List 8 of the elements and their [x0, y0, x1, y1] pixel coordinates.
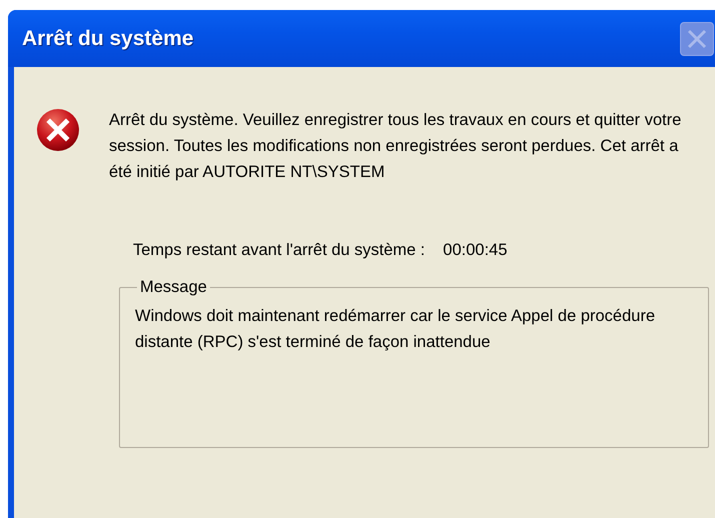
close-icon — [686, 28, 708, 50]
shutdown-message: Arrêt du système. Veuillez enregistrer tous les travaux en cours et quitter votre session. Toutes les modifications non enregistrées seront perdues. Cet arrêt a été initié par AUTORITE NT\SYSTEM — [109, 110, 682, 183]
window-title: Arrêt du système — [22, 26, 194, 50]
group-title: Message — [139, 278, 208, 297]
error-icon — [35, 107, 81, 153]
countdown-label: Temps restant avant l'arrêt du système : — [133, 241, 426, 260]
group-message: Windows doit maintenant redémarrer car le service Appel de procédure distante (RPC) s'est terminé de façon inattendue — [135, 306, 656, 353]
countdown-value: 00:00:45 — [443, 241, 508, 260]
